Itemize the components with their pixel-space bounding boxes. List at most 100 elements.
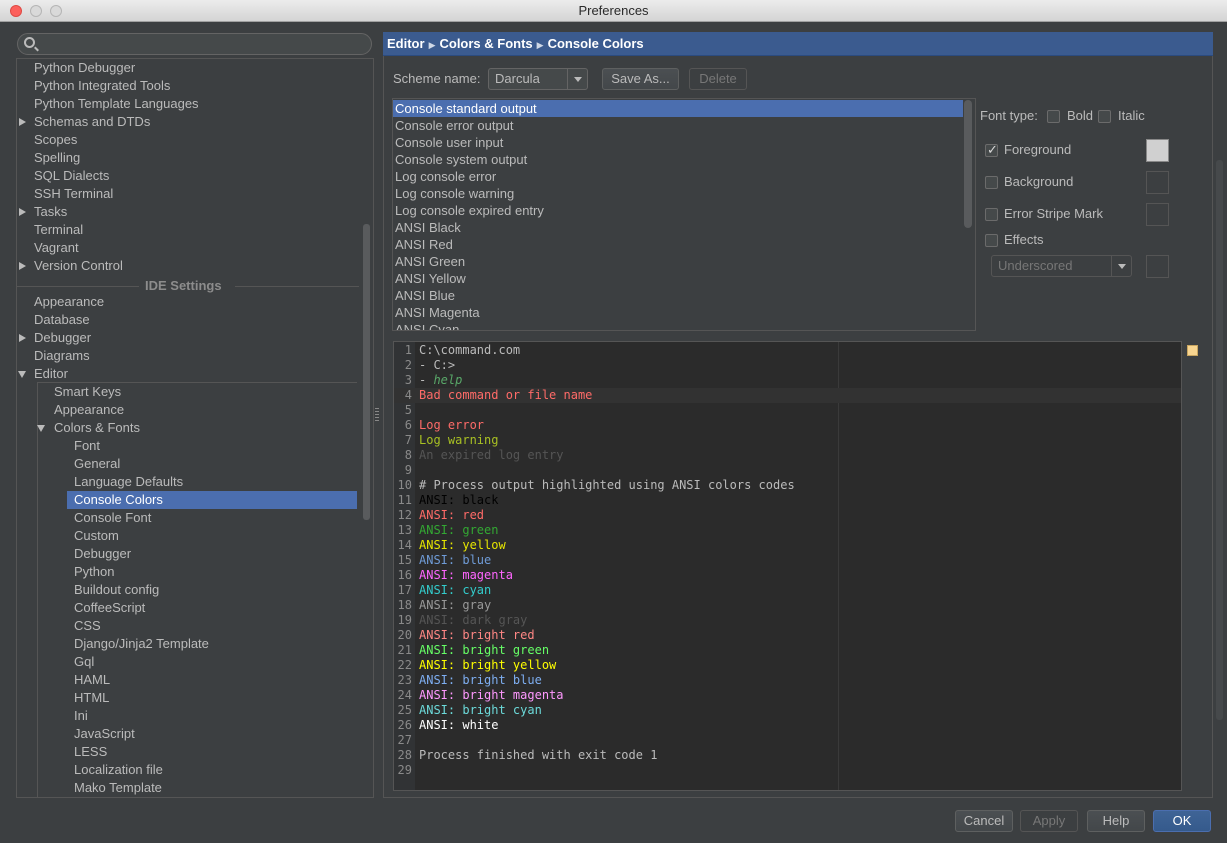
preview-text-segment: bright green bbox=[462, 643, 550, 657]
console-preview[interactable]: 1 C:\command.com 2- C:> 3- help 4 Bad command… bbox=[393, 341, 1182, 791]
attribute-item-ansi-red[interactable]: ANSI Red bbox=[393, 236, 963, 253]
close-window-button[interactable] bbox=[10, 5, 22, 17]
attribute-item-console-user-input[interactable]: Console user input bbox=[393, 134, 963, 151]
sidebar-item-python-integrated-tools[interactable]: Python Integrated Tools bbox=[30, 77, 350, 95]
sidebar-item-appearance[interactable]: Appearance bbox=[50, 401, 350, 419]
sidebar-item-buildout-config[interactable]: Buildout config bbox=[70, 581, 360, 599]
sidebar-item-django-jinja2-template[interactable]: Django/Jinja2 Template bbox=[70, 635, 360, 653]
chevron-right-icon[interactable] bbox=[19, 262, 26, 270]
minimize-window-button[interactable] bbox=[30, 5, 42, 17]
sidebar-item-console-colors[interactable]: Console Colors bbox=[67, 491, 357, 509]
sidebar-item-label: JavaScript bbox=[74, 726, 135, 741]
chevron-right-icon[interactable] bbox=[19, 118, 26, 126]
line-number: 28 bbox=[397, 748, 412, 762]
preview-line: 8 An expired log entry bbox=[394, 448, 1181, 463]
foreground-color-swatch[interactable] bbox=[1146, 139, 1169, 162]
line-number: 15 bbox=[397, 553, 412, 567]
sidebar-item-css[interactable]: CSS bbox=[70, 617, 360, 635]
attribute-item-log-console-expired-entry[interactable]: Log console expired entry bbox=[393, 202, 963, 219]
sidebar-item-label: Terminal bbox=[34, 222, 84, 237]
ok-button[interactable]: OK bbox=[1153, 810, 1211, 832]
effects-checkbox[interactable] bbox=[985, 234, 998, 247]
attribute-item-log-console-error[interactable]: Log console error bbox=[393, 168, 963, 185]
attribute-item-ansi-magenta[interactable]: ANSI Magenta bbox=[393, 304, 963, 321]
sidebar-item-appearance[interactable]: Appearance bbox=[30, 293, 350, 311]
sidebar-item-font[interactable]: Font bbox=[70, 437, 360, 455]
sidebar-item-ssh-terminal[interactable]: SSH Terminal bbox=[30, 185, 350, 203]
sidebar-item-vagrant[interactable]: Vagrant bbox=[30, 239, 350, 257]
attribute-list-scrollbar[interactable] bbox=[964, 100, 972, 228]
preview-text-segment: green bbox=[462, 523, 499, 537]
sidebar-item-version-control[interactable]: Version Control bbox=[30, 257, 350, 275]
attribute-item-ansi-yellow[interactable]: ANSI Yellow bbox=[393, 270, 963, 287]
sidebar-item-schemas-and-dtds[interactable]: Schemas and DTDs bbox=[30, 113, 350, 131]
attribute-item-console-system-output[interactable]: Console system output bbox=[393, 151, 963, 168]
sidebar-item-scopes[interactable]: Scopes bbox=[30, 131, 350, 149]
background-color-swatch[interactable] bbox=[1146, 171, 1169, 194]
sidebar-item-python-debugger[interactable]: Python Debugger bbox=[30, 59, 350, 77]
sidebar-item-console-font[interactable]: Console Font bbox=[70, 509, 360, 527]
help-button[interactable]: Help bbox=[1087, 810, 1145, 832]
sidebar-item-ini[interactable]: Ini bbox=[70, 707, 360, 725]
sidebar-item-custom[interactable]: Custom bbox=[70, 527, 360, 545]
bold-checkbox[interactable] bbox=[1047, 110, 1060, 123]
error-stripe-checkbox[interactable] bbox=[985, 208, 998, 221]
scheme-select[interactable]: Darcula bbox=[488, 68, 588, 90]
chevron-down-icon[interactable] bbox=[37, 425, 45, 432]
effects-color-swatch[interactable] bbox=[1146, 255, 1169, 278]
tree-scrollbar[interactable] bbox=[363, 224, 370, 520]
splitter-handle[interactable] bbox=[375, 408, 379, 422]
attribute-item-log-console-warning[interactable]: Log console warning bbox=[393, 185, 963, 202]
effect-type-select[interactable]: Underscored bbox=[991, 255, 1132, 277]
inspection-status-icon[interactable] bbox=[1187, 345, 1198, 356]
settings-search-input[interactable] bbox=[17, 33, 372, 55]
sidebar-item-localization-file[interactable]: Localization file bbox=[70, 761, 360, 779]
sidebar-item-less[interactable]: LESS bbox=[70, 743, 360, 761]
sidebar-item-spelling[interactable]: Spelling bbox=[30, 149, 350, 167]
attribute-item-ansi-green[interactable]: ANSI Green bbox=[393, 253, 963, 270]
sidebar-item-haml[interactable]: HAML bbox=[70, 671, 360, 689]
sidebar-item-python[interactable]: Python bbox=[70, 563, 360, 581]
sidebar-item-python-template-languages[interactable]: Python Template Languages bbox=[30, 95, 350, 113]
sidebar-item-tasks[interactable]: Tasks bbox=[30, 203, 350, 221]
attribute-item-ansi-blue[interactable]: ANSI Blue bbox=[393, 287, 963, 304]
chevron-right-icon[interactable] bbox=[19, 208, 26, 216]
sidebar-item-debugger[interactable]: Debugger bbox=[70, 545, 360, 563]
sidebar-item-database[interactable]: Database bbox=[30, 311, 350, 329]
attribute-item-ansi-cyan[interactable]: ANSI Cyan bbox=[393, 321, 963, 330]
sidebar-item-editor[interactable]: Editor bbox=[30, 365, 350, 383]
sidebar-item-mako-template[interactable]: Mako Template bbox=[70, 779, 360, 797]
apply-button[interactable]: Apply bbox=[1020, 810, 1078, 832]
sidebar-item-terminal[interactable]: Terminal bbox=[30, 221, 350, 239]
chevron-right-icon[interactable] bbox=[19, 334, 26, 342]
attribute-item-console-standard-output[interactable]: Console standard output bbox=[393, 100, 963, 117]
sidebar-item-html[interactable]: HTML bbox=[70, 689, 360, 707]
sidebar-item-label: HAML bbox=[74, 672, 111, 687]
zoom-window-button[interactable] bbox=[50, 5, 62, 17]
sidebar-item-coffeescript[interactable]: CoffeeScript bbox=[70, 599, 360, 617]
sidebar-item-colors-fonts[interactable]: Colors & Fonts bbox=[50, 419, 350, 437]
line-number: 3 bbox=[404, 373, 412, 387]
foreground-checkbox[interactable] bbox=[985, 142, 998, 158]
attribute-item-ansi-black[interactable]: ANSI Black bbox=[393, 219, 963, 236]
save-as-button[interactable]: Save As... bbox=[602, 68, 679, 90]
sidebar-item-smart-keys[interactable]: Smart Keys bbox=[50, 383, 350, 401]
sidebar-item-label: Console Colors bbox=[74, 492, 163, 507]
chevron-down-icon[interactable] bbox=[18, 371, 26, 378]
sidebar-item-language-defaults[interactable]: Language Defaults bbox=[70, 473, 360, 491]
sidebar-item-gql[interactable]: Gql bbox=[70, 653, 360, 671]
preview-line: 26 ANSI: white bbox=[394, 718, 1181, 733]
sidebar-item-general[interactable]: General bbox=[70, 455, 360, 473]
cancel-button[interactable]: Cancel bbox=[955, 810, 1013, 832]
sidebar-item-debugger[interactable]: Debugger bbox=[30, 329, 350, 347]
sidebar-item-sql-dialects[interactable]: SQL Dialects bbox=[30, 167, 350, 185]
sidebar-item-javascript[interactable]: JavaScript bbox=[70, 725, 360, 743]
error-stripe-color-swatch[interactable] bbox=[1146, 203, 1169, 226]
italic-checkbox[interactable] bbox=[1098, 110, 1111, 123]
sidebar-item-label: Python Debugger bbox=[34, 60, 136, 75]
sidebar-item-diagrams[interactable]: Diagrams bbox=[30, 347, 350, 365]
delete-button[interactable]: Delete bbox=[689, 68, 747, 90]
attribute-item-console-error-output[interactable]: Console error output bbox=[393, 117, 963, 134]
background-checkbox[interactable] bbox=[985, 176, 998, 189]
panel-scrollbar[interactable] bbox=[1216, 160, 1223, 720]
